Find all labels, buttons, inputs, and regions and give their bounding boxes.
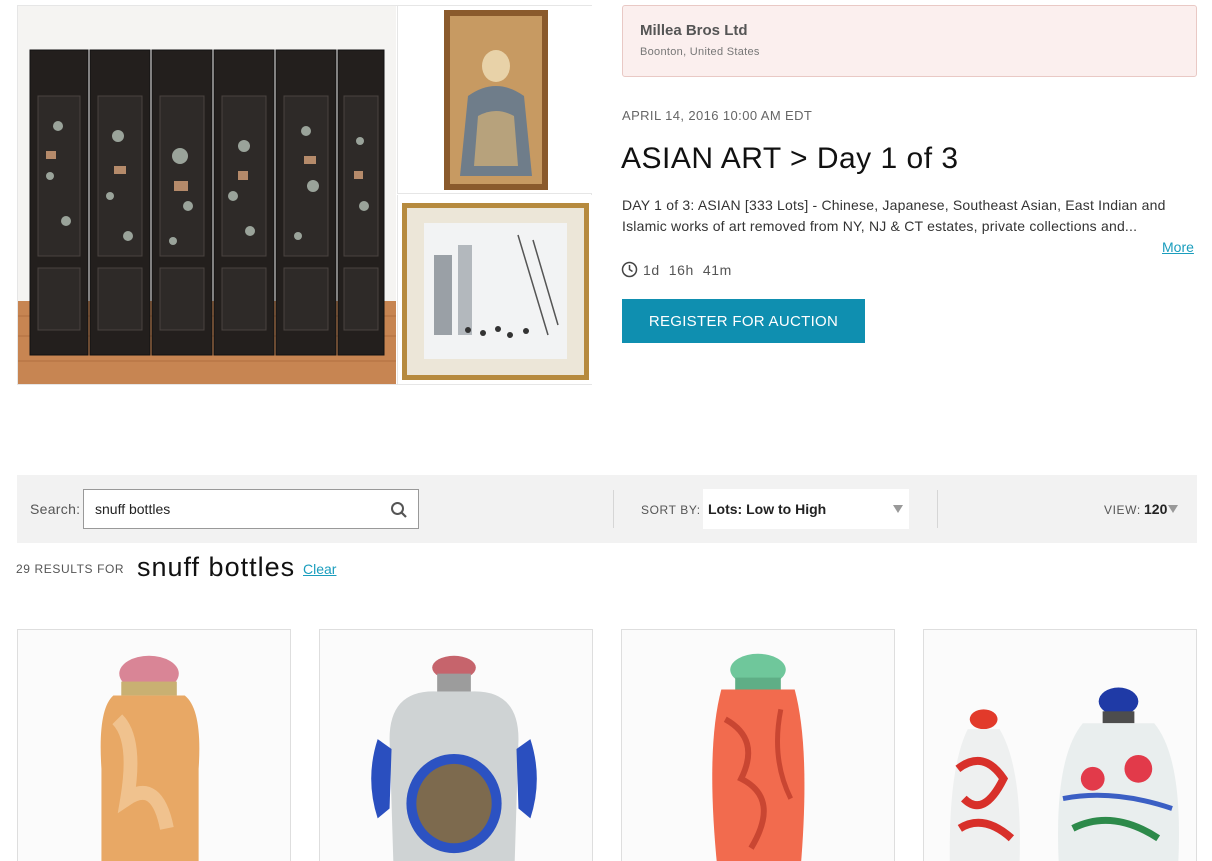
lot-card[interactable] (319, 629, 593, 861)
seller-country: United States (689, 46, 760, 58)
auction-date: APRIL 14, 2016 10:00 AM EDT (622, 108, 813, 123)
toolbar-divider (613, 490, 614, 528)
lot-card[interactable] (17, 629, 291, 861)
gallery-thumb-painting[interactable] (397, 6, 592, 194)
lot-card[interactable] (621, 629, 895, 861)
search-box (83, 489, 419, 529)
seller-city: Boonton, (640, 46, 687, 58)
auction-description: DAY 1 of 3: ASIAN [333 Lots] - Chinese, … (622, 197, 1166, 234)
register-for-auction-button[interactable]: REGISTER FOR AUCTION (622, 299, 865, 343)
catalog-toolbar: Search: SORT BY: Lots: Low to High VIEW:… (17, 475, 1197, 543)
view-count-select[interactable]: 120 (1144, 501, 1167, 517)
auction-gallery (17, 5, 592, 385)
more-link[interactable]: More (1162, 239, 1194, 255)
view-label: VIEW: (1104, 503, 1141, 517)
lot-image (622, 630, 894, 861)
results-search-term: snuff bottles (137, 552, 296, 582)
search-icon[interactable] (390, 501, 408, 519)
sort-select[interactable]: Lots: Low to High (703, 489, 909, 529)
gallery-thumb-winter-scene[interactable] (397, 195, 592, 384)
lot-card[interactable] (923, 629, 1197, 861)
search-input[interactable] (84, 490, 384, 528)
lot-image (320, 630, 592, 861)
winter-scene-image (402, 203, 589, 380)
clear-search-link[interactable]: Clear (303, 561, 336, 577)
auction-title: ASIAN ART > Day 1 of 3 (621, 142, 959, 175)
clock-icon (621, 261, 638, 278)
folding-screen-image (18, 49, 396, 384)
seller-location: Boonton, United States (640, 46, 1179, 58)
lot-image (924, 630, 1196, 861)
countdown-timer: 1d 16h 41m (621, 261, 732, 278)
lot-image (18, 630, 290, 861)
results-count: 29 RESULTS FOR (16, 562, 125, 576)
chevron-down-icon (893, 505, 903, 513)
gallery-main-image[interactable] (18, 6, 396, 384)
sort-selected-value: Lots: Low to High (708, 501, 827, 517)
search-label: Search: (30, 501, 81, 517)
chevron-down-icon[interactable] (1168, 505, 1178, 513)
figure-painting-image (444, 10, 548, 190)
toolbar-divider (937, 490, 938, 528)
seller-info-box: Millea Bros Ltd Boonton, United States (622, 5, 1197, 77)
sort-by-label: SORT BY: (641, 503, 701, 517)
seller-name[interactable]: Millea Bros Ltd (640, 22, 1179, 39)
countdown-value: 1d 16h 41m (643, 261, 732, 278)
